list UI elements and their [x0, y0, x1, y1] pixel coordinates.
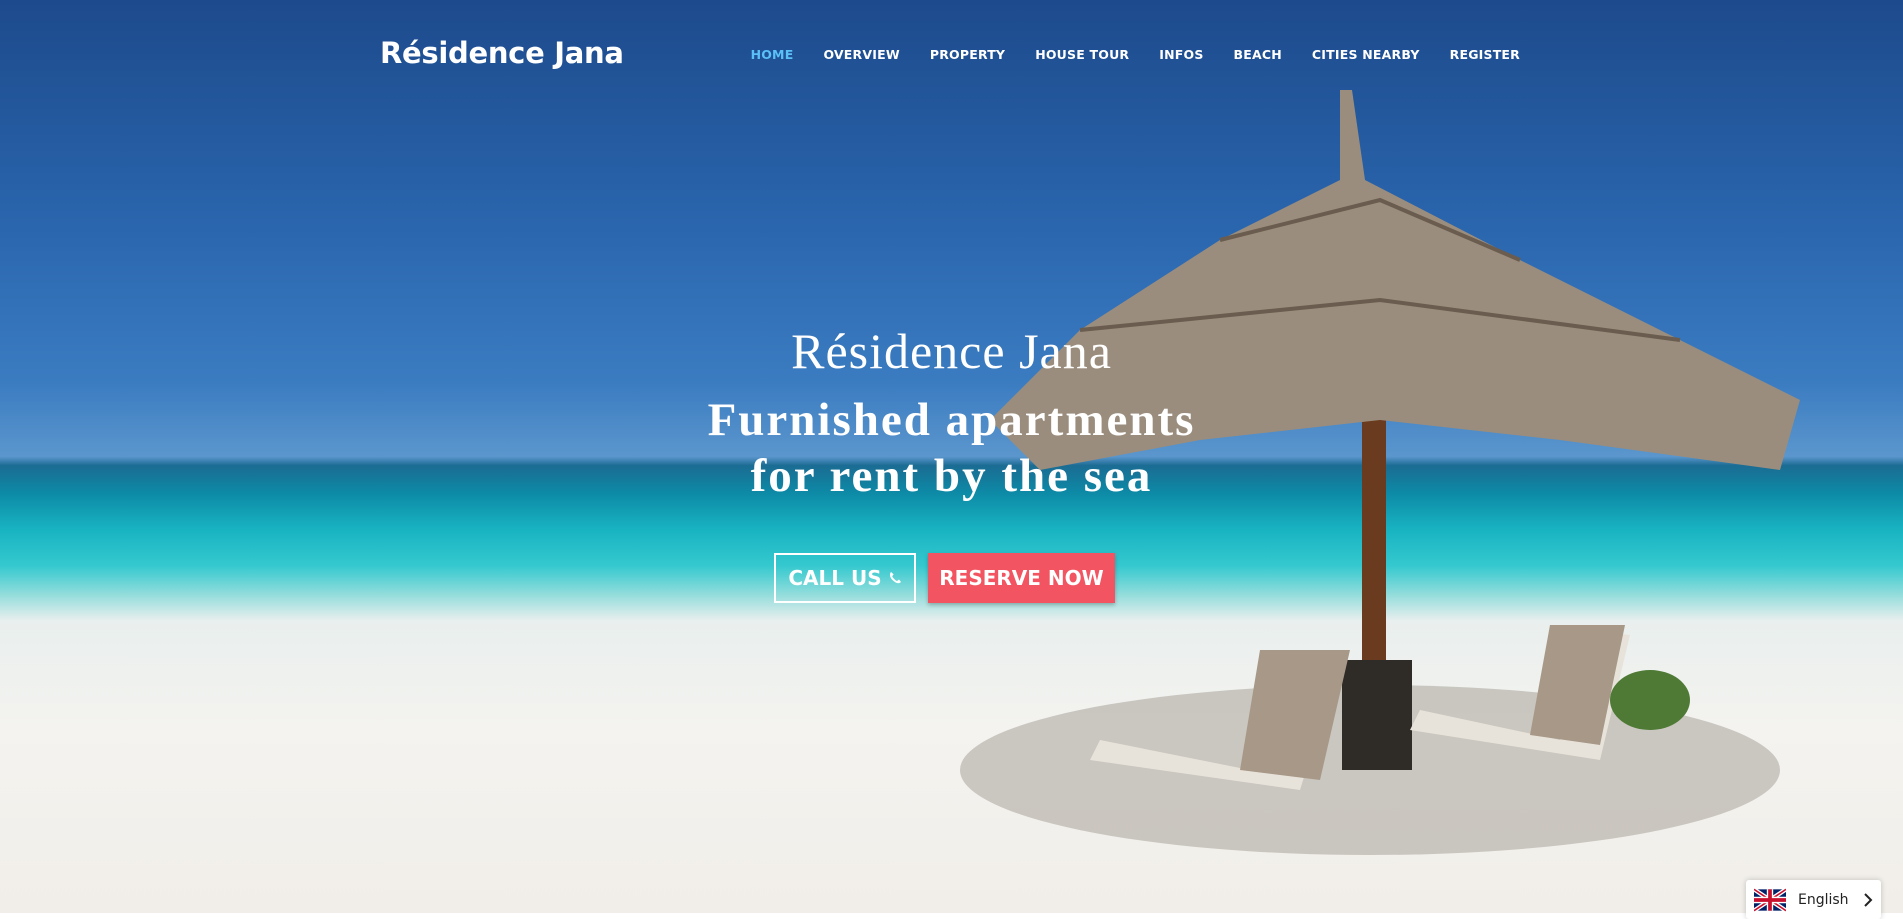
phone-icon: [888, 571, 902, 585]
nav-item-infos[interactable]: INFOS: [1159, 47, 1203, 62]
hero-subtitle-line-2: for rent by the sea: [750, 450, 1153, 502]
reserve-now-button[interactable]: RESERVE NOW: [928, 553, 1115, 603]
nav-item-home[interactable]: HOME: [751, 47, 794, 62]
call-us-button[interactable]: CALL US: [774, 553, 916, 603]
beach-plant: [1610, 670, 1690, 730]
hero-section: Résidence Jana HOME OVERVIEW PROPERTY HO…: [0, 0, 1903, 913]
umbrella-base: [1342, 660, 1412, 770]
main-nav: HOME OVERVIEW PROPERTY HOUSE TOUR INFOS …: [751, 47, 1520, 62]
uk-flag-icon: [1754, 887, 1786, 912]
nav-item-overview[interactable]: OVERVIEW: [823, 47, 899, 62]
nav-item-beach[interactable]: BEACH: [1234, 47, 1282, 62]
hero-title: Résidence Jana: [791, 323, 1112, 379]
nav-item-register[interactable]: REGISTER: [1450, 47, 1520, 62]
site-logo[interactable]: Résidence Jana: [380, 36, 624, 70]
chevron-right-icon: [1863, 892, 1873, 907]
language-switcher[interactable]: English: [1746, 880, 1881, 919]
nav-item-cities-nearby[interactable]: CITIES NEARBY: [1312, 47, 1420, 62]
nav-item-house-tour[interactable]: HOUSE TOUR: [1035, 47, 1129, 62]
call-us-label: CALL US: [788, 566, 882, 590]
nav-item-property[interactable]: PROPERTY: [930, 47, 1005, 62]
language-label: English: [1798, 891, 1849, 908]
hero-buttons: CALL US RESERVE NOW: [774, 553, 1115, 603]
hero-subtitle-line-1: Furnished apartments: [707, 394, 1196, 446]
hero-subtitle: Furnished apartments for rent by the sea: [0, 392, 1903, 504]
